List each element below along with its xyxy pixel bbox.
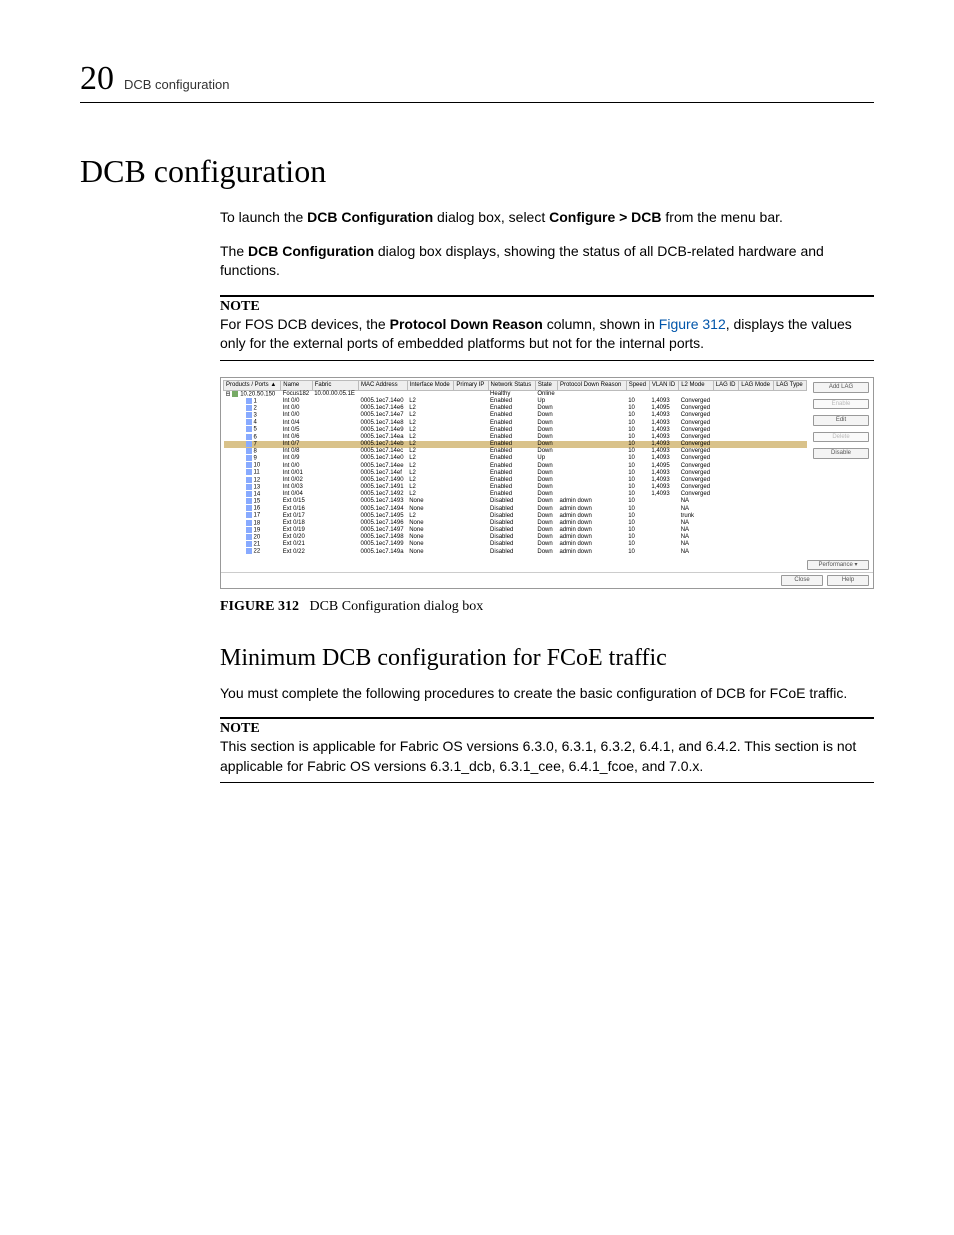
- table-row[interactable]: 2Int 0/00005.1ec7.14e6L2EnabledDown101,4…: [224, 405, 807, 412]
- table-row[interactable]: 14Int 0/040005.1ec7.1492L2EnabledDown101…: [224, 491, 807, 498]
- table-row[interactable]: 20Ext 0/200005.1ec7.1498NoneDisabledDown…: [224, 534, 807, 541]
- table-row[interactable]: 16Ext 0/160005.1ec7.1494NoneDisabledDown…: [224, 505, 807, 512]
- column-header[interactable]: LAG ID: [713, 380, 739, 390]
- table-row[interactable]: 12Int 0/020005.1ec7.1490L2EnabledDown101…: [224, 477, 807, 484]
- table-row[interactable]: 9Int 0/90005.1ec7.14e0L2EnabledUp101,409…: [224, 455, 807, 462]
- edit-button[interactable]: Edit: [813, 415, 869, 426]
- note2-body: This section is applicable for Fabric OS…: [220, 737, 874, 776]
- column-header[interactable]: L2 Mode: [679, 380, 714, 390]
- column-header[interactable]: State: [535, 380, 557, 390]
- column-header[interactable]: LAG Mode: [739, 380, 774, 390]
- table-row[interactable]: 22Ext 0/220005.1ec7.149aNoneDisabledDown…: [224, 548, 807, 555]
- close-button[interactable]: Close: [781, 575, 823, 586]
- table-row[interactable]: 21Ext 0/210005.1ec7.1499NoneDisabledDown…: [224, 541, 807, 548]
- column-header[interactable]: Speed: [626, 380, 649, 390]
- intro-p1: To launch the DCB Configuration dialog b…: [220, 208, 874, 228]
- column-header[interactable]: LAG Type: [774, 380, 807, 390]
- column-header[interactable]: Primary IP: [454, 380, 488, 390]
- chapter-label: DCB configuration: [124, 77, 230, 92]
- table-row[interactable]: 15Ext 0/150005.1ec7.1493NoneDisabledDown…: [224, 498, 807, 505]
- column-header[interactable]: Fabric: [312, 380, 358, 390]
- performance-button[interactable]: Performance ▾: [807, 560, 869, 571]
- table-row[interactable]: 1Int 0/00005.1ec7.14e0L2EnabledUp101,409…: [224, 398, 807, 405]
- figure-link[interactable]: Figure 312: [659, 316, 726, 332]
- table-row[interactable]: 13Int 0/030005.1ec7.1491L2EnabledDown101…: [224, 484, 807, 491]
- column-header[interactable]: Protocol Down Reason: [557, 380, 626, 390]
- note-heading: NOTE: [220, 295, 874, 315]
- note2-heading: NOTE: [220, 717, 874, 737]
- note-rule: [220, 360, 874, 361]
- enable-button[interactable]: Enable: [813, 399, 869, 410]
- help-button[interactable]: Help: [827, 575, 869, 586]
- add-lag-button[interactable]: Add LAG: [813, 382, 869, 393]
- column-header[interactable]: Interface Mode: [407, 380, 454, 390]
- table-row[interactable]: 17Ext 0/170005.1ec7.1495L2DisabledDownad…: [224, 512, 807, 519]
- table-row[interactable]: 4Int 0/40005.1ec7.14e8L2EnabledDown101,4…: [224, 419, 807, 426]
- disable-button[interactable]: Disable: [813, 448, 869, 459]
- table-row[interactable]: 6Int 0/60005.1ec7.14eaL2EnabledDown101,4…: [224, 434, 807, 441]
- delete-button[interactable]: Delete: [813, 432, 869, 443]
- table-row[interactable]: 7Int 0/70005.1ec7.14ebL2EnabledDown101,4…: [224, 441, 807, 448]
- table-row[interactable]: 8Int 0/80005.1ec7.14ecL2EnabledDown101,4…: [224, 448, 807, 455]
- table-row[interactable]: 11Int 0/010005.1ec7.14efL2EnabledDown101…: [224, 469, 807, 476]
- table-row[interactable]: 3Int 0/00005.1ec7.14e7L2EnabledDown101,4…: [224, 412, 807, 419]
- column-header[interactable]: VLAN ID: [649, 380, 678, 390]
- note1-body: For FOS DCB devices, the Protocol Down R…: [220, 315, 874, 354]
- column-header[interactable]: Products / Ports ▲: [224, 380, 281, 390]
- table-row[interactable]: 19Ext 0/190005.1ec7.1497NoneDisabledDown…: [224, 527, 807, 534]
- column-header[interactable]: Network Status: [488, 380, 535, 390]
- figure-caption: FIGURE 312 DCB Configuration dialog box: [220, 599, 874, 615]
- dcb-config-screenshot: Products / Ports ▲NameFabricMAC AddressI…: [220, 377, 874, 589]
- column-header[interactable]: MAC Address: [359, 380, 408, 390]
- table-row[interactable]: 18Ext 0/180005.1ec7.1496NoneDisabledDown…: [224, 520, 807, 527]
- note2-rule: [220, 782, 874, 783]
- chapter-number: 20: [80, 60, 114, 98]
- running-head: 20 DCB configuration: [80, 60, 874, 103]
- table-row[interactable]: ⊟ 10.20.50.150Focus18210.00.00.05.1EHeal…: [224, 390, 807, 398]
- sub-p: You must complete the following procedur…: [220, 684, 874, 704]
- table-row[interactable]: 5Int 0/50005.1ec7.14e9L2EnabledDown101,4…: [224, 426, 807, 433]
- table-row[interactable]: 10Int 0/00005.1ec7.14eeL2EnabledDown101,…: [224, 462, 807, 469]
- page-title: DCB configuration: [80, 153, 874, 190]
- button-panel: Add LAG Enable Edit Delete Disable: [809, 378, 873, 558]
- body-content: To launch the DCB Configuration dialog b…: [220, 208, 874, 783]
- dcb-table: Products / Ports ▲NameFabricMAC AddressI…: [223, 380, 807, 556]
- section-subtitle: Minimum DCB configuration for FCoE traff…: [220, 645, 874, 672]
- column-header[interactable]: Name: [281, 380, 312, 390]
- intro-p2: The DCB Configuration dialog box display…: [220, 242, 874, 281]
